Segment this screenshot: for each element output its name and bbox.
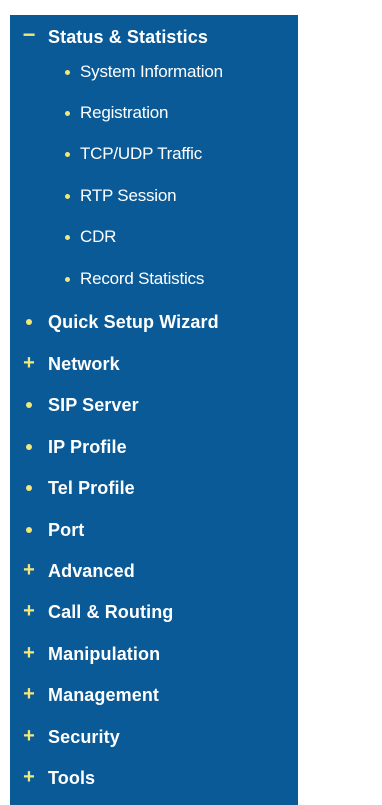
bullet-icon xyxy=(65,69,70,75)
nav-item-label: Quick Setup Wizard xyxy=(48,311,219,332)
expand-icon[interactable]: + xyxy=(10,767,48,787)
expand-icon[interactable]: + xyxy=(10,684,48,704)
nav-item-tel-profile[interactable]: Tel Profile xyxy=(10,470,298,506)
nav-section-label: Status & Statistics xyxy=(48,26,208,47)
nav-item-label: Tel Profile xyxy=(48,477,135,498)
nav-item-label: SIP Server xyxy=(48,394,139,415)
bullet-icon xyxy=(65,276,70,282)
expand-icon[interactable]: + xyxy=(10,643,48,663)
nav-item-port[interactable]: Port xyxy=(10,512,298,548)
nav-subitem-label: CDR xyxy=(80,227,117,246)
nav-item-label: Management xyxy=(48,684,160,705)
nav-item-label: Manipulation xyxy=(48,643,161,664)
nav-subitem-label: Record Statistics xyxy=(80,269,205,288)
nav-item-tools[interactable]: + Tools xyxy=(10,760,298,796)
nav-section-status-statistics[interactable]: − Status & Statistics xyxy=(10,19,298,55)
nav-item-label: Port xyxy=(48,519,85,540)
bullet-icon xyxy=(26,319,32,325)
bullet-icon xyxy=(26,527,32,533)
nav-item-label: Call & Routing xyxy=(48,601,174,622)
nav-subitem-label: Registration xyxy=(80,103,169,122)
nav-item-label: Advanced xyxy=(48,560,135,581)
navigation-menu: − Status & Statistics System Information… xyxy=(10,15,298,805)
bullet-icon xyxy=(26,444,32,450)
bullet-icon xyxy=(26,402,32,408)
bullet-icon xyxy=(26,485,32,491)
expand-icon[interactable]: + xyxy=(10,726,48,746)
bullet-icon xyxy=(65,234,70,240)
nav-item-security[interactable]: + Security xyxy=(10,719,298,755)
nav-item-management[interactable]: + Management xyxy=(10,677,298,713)
nav-item-label: IP Profile xyxy=(48,436,127,457)
nav-subitem-record-statistics[interactable]: Record Statistics xyxy=(10,264,298,294)
nav-item-sip-server[interactable]: SIP Server xyxy=(10,387,298,423)
nav-subitem-tcp-udp-traffic[interactable]: TCP/UDP Traffic xyxy=(10,139,298,169)
expand-icon[interactable]: + xyxy=(10,353,48,373)
expand-icon[interactable]: + xyxy=(10,601,48,621)
bullet-icon xyxy=(65,151,70,157)
nav-subitem-label: RTP Session xyxy=(80,186,177,205)
bullet-icon xyxy=(65,110,70,116)
nav-item-label: Security xyxy=(48,726,120,747)
nav-item-call-routing[interactable]: + Call & Routing xyxy=(10,594,298,630)
nav-subitem-label: System Information xyxy=(80,62,223,81)
nav-item-quick-setup-wizard[interactable]: Quick Setup Wizard xyxy=(10,304,298,340)
expand-icon[interactable]: + xyxy=(10,560,48,580)
bullet-icon xyxy=(65,193,70,199)
nav-subitem-system-information[interactable]: System Information xyxy=(10,57,298,87)
nav-subitem-rtp-session[interactable]: RTP Session xyxy=(10,181,298,211)
collapse-icon[interactable]: − xyxy=(10,24,48,46)
nav-item-advanced[interactable]: + Advanced xyxy=(10,553,298,589)
nav-item-ip-profile[interactable]: IP Profile xyxy=(10,429,298,465)
nav-item-label: Network xyxy=(48,353,120,374)
nav-subitem-cdr[interactable]: CDR xyxy=(10,222,298,252)
nav-item-manipulation[interactable]: + Manipulation xyxy=(10,636,298,672)
nav-subitem-registration[interactable]: Registration xyxy=(10,98,298,128)
nav-item-label: Tools xyxy=(48,767,96,788)
nav-item-network[interactable]: + Network xyxy=(10,346,298,382)
nav-subitem-label: TCP/UDP Traffic xyxy=(80,144,203,163)
